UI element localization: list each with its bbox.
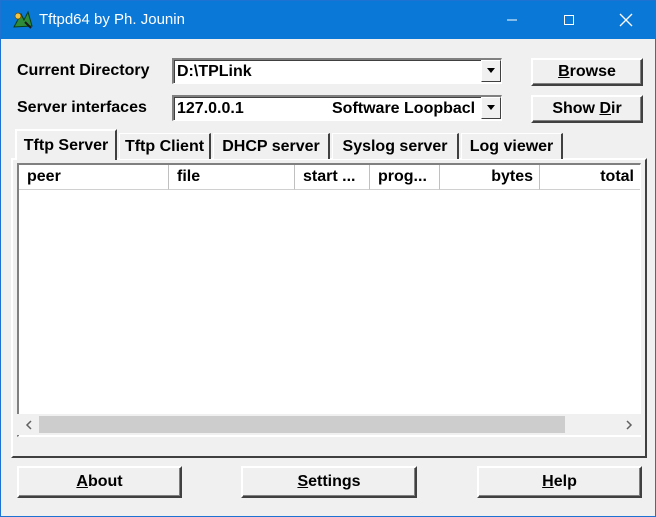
scroll-right-button[interactable] <box>619 414 639 435</box>
transfers-list[interactable]: peer file start ... prog... bytes total <box>17 163 641 437</box>
close-button[interactable] <box>597 1 655 39</box>
help-accelerator: H <box>542 473 554 490</box>
column-label: prog... <box>378 168 427 185</box>
tab-label: DHCP server <box>222 137 320 155</box>
chevron-down-icon <box>487 68 495 73</box>
column-header-file[interactable]: file <box>169 165 295 190</box>
current-directory-combo[interactable]: D:\TPLink <box>172 58 502 84</box>
tab-strip: Tftp Server Tftp Client DHCP server Sysl… <box>13 129 643 160</box>
tab-label: Syslog server <box>342 137 448 155</box>
current-directory-value: D:\TPLink <box>177 63 252 80</box>
show-dir-label-post: ir <box>611 100 622 117</box>
tab-log-viewer[interactable]: Log viewer <box>461 133 563 159</box>
server-interfaces-combo[interactable]: 127.0.0.1 Software Loopbacl <box>172 95 502 121</box>
server-interfaces-label: Server interfaces <box>17 99 147 116</box>
browse-button[interactable]: Browse <box>531 58 643 86</box>
close-icon <box>619 13 633 27</box>
show-dir-button[interactable]: Show Dir <box>531 95 643 123</box>
column-header-total[interactable]: total <box>540 165 640 190</box>
maximize-button[interactable] <box>540 1 598 39</box>
list-header: peer file start ... prog... bytes total <box>19 165 640 190</box>
tab-syslog-server[interactable]: Syslog server <box>332 133 459 159</box>
column-header-progress[interactable]: prog... <box>370 165 440 190</box>
column-header-peer[interactable]: peer <box>19 165 169 190</box>
horizontal-scrollbar[interactable] <box>17 414 641 435</box>
show-dir-label-pre: Show <box>552 100 600 117</box>
current-directory-label: Current Directory <box>17 62 150 79</box>
window-title: Tftpd64 by Ph. Jounin <box>39 11 185 28</box>
column-header-bytes[interactable]: bytes <box>440 165 540 190</box>
column-header-start[interactable]: start ... <box>295 165 370 190</box>
server-interface-name: Software Loopbacl <box>332 100 476 117</box>
column-label: peer <box>27 168 61 185</box>
settings-label: ettings <box>308 473 361 490</box>
browse-label: rowse <box>569 63 616 80</box>
about-label: bout <box>87 473 123 490</box>
column-label: bytes <box>491 168 533 185</box>
tab-label: Tftp Client <box>124 137 205 155</box>
tab-dhcp-server[interactable]: DHCP server <box>213 133 330 159</box>
title-bar[interactable]: Tftpd64 by Ph. Jounin <box>1 1 655 39</box>
help-label: elp <box>553 473 577 490</box>
chevron-left-icon <box>25 419 32 430</box>
current-directory-dropdown[interactable] <box>481 60 501 82</box>
minimize-button[interactable] <box>483 1 541 39</box>
scroll-left-button[interactable] <box>19 414 39 435</box>
chevron-down-icon <box>487 105 495 110</box>
column-label: file <box>177 168 201 185</box>
tftpd-window: Tftpd64 by Ph. Jounin Current Directory … <box>0 0 656 517</box>
tab-label: Tftp Server <box>23 136 109 154</box>
column-label: total <box>600 168 634 185</box>
server-interfaces-dropdown[interactable] <box>481 97 501 119</box>
settings-accelerator: S <box>297 473 309 490</box>
browse-accelerator: B <box>558 63 570 80</box>
scroll-thumb[interactable] <box>39 416 565 433</box>
about-button[interactable]: About <box>17 466 182 498</box>
server-interface-ip: 127.0.0.1 <box>177 100 244 117</box>
tab-tftp-server[interactable]: Tftp Server <box>15 129 117 160</box>
app-icon <box>13 10 33 29</box>
minimize-icon <box>507 19 517 21</box>
column-label: start ... <box>303 168 356 185</box>
help-button[interactable]: Help <box>477 466 642 498</box>
chevron-right-icon <box>626 419 633 430</box>
show-dir-accelerator: D <box>599 100 611 117</box>
about-accelerator: A <box>76 473 88 490</box>
tab-tftp-client[interactable]: Tftp Client <box>119 133 211 159</box>
maximize-icon <box>564 15 574 25</box>
tab-label: Log viewer <box>469 137 554 155</box>
settings-button[interactable]: Settings <box>241 466 417 498</box>
